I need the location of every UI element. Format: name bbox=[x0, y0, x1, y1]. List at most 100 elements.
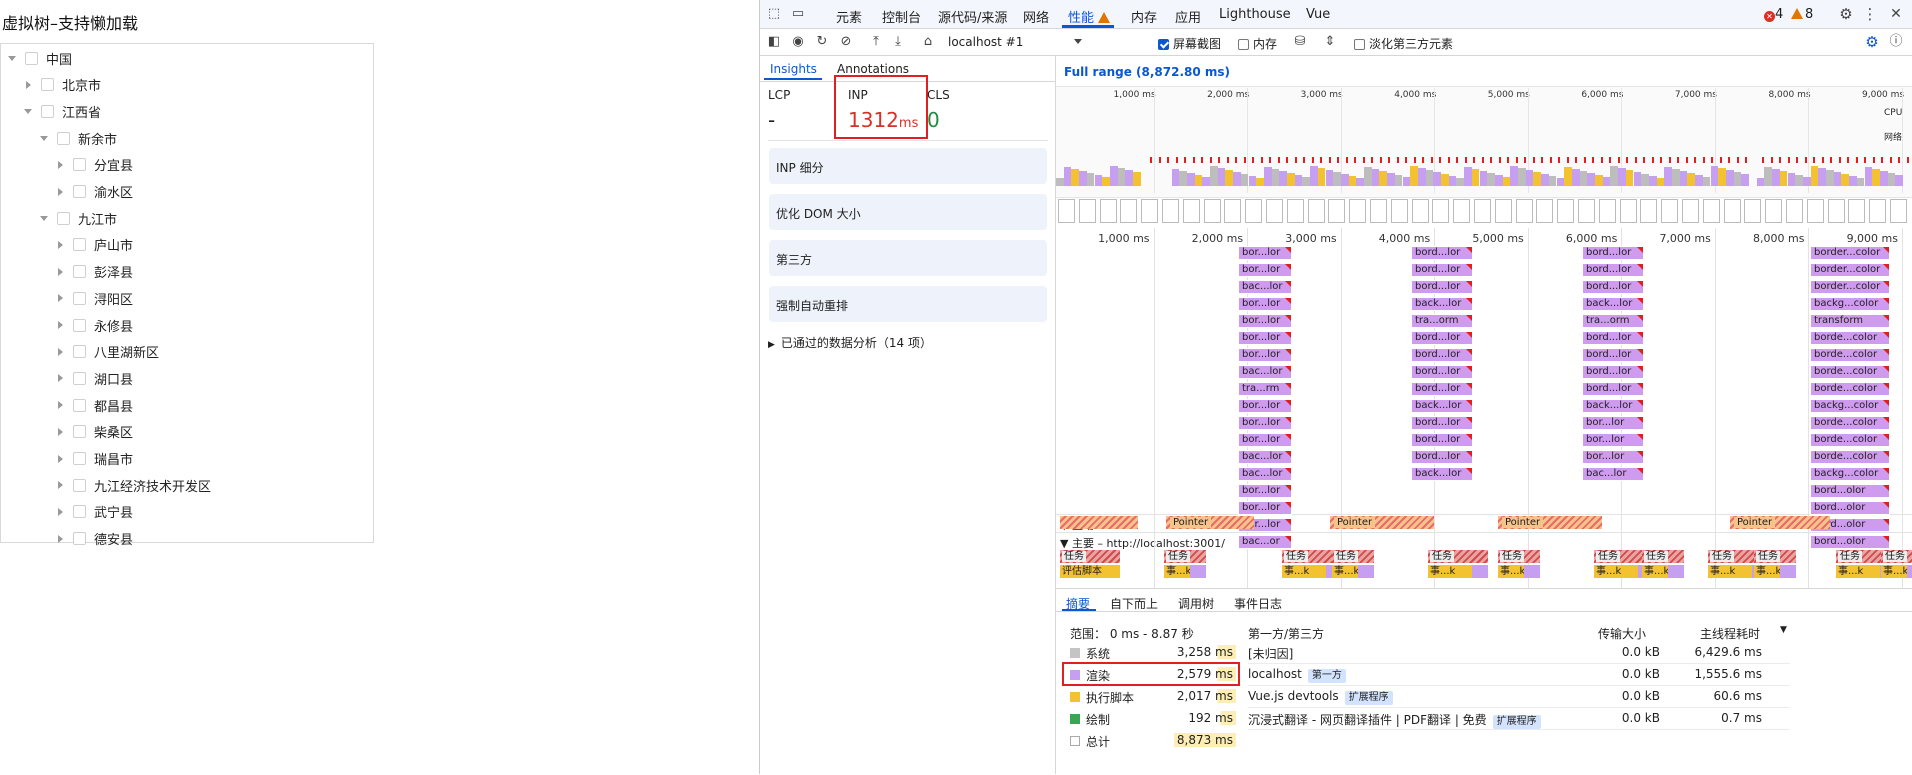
screenshot-thumbnail[interactable] bbox=[1578, 199, 1595, 223]
download-icon[interactable]: ⤓ bbox=[890, 34, 906, 50]
tab-performance[interactable]: 性能 bbox=[1068, 7, 1111, 26]
settings-icon[interactable]: ⚙ bbox=[1838, 6, 1854, 22]
screenshot-thumbnail[interactable] bbox=[1286, 199, 1304, 223]
screenshot-thumbnail[interactable] bbox=[1411, 199, 1429, 223]
screenshot-thumbnail[interactable] bbox=[1099, 199, 1117, 223]
tree-checkbox[interactable] bbox=[73, 158, 86, 172]
tab-network[interactable]: 网络 bbox=[1023, 7, 1049, 26]
render-event-block[interactable]: bor...lor bbox=[1238, 501, 1292, 515]
render-event-block[interactable]: borde...color bbox=[1810, 331, 1890, 345]
task-block[interactable]: 任务 bbox=[1428, 550, 1488, 563]
interaction-pointer[interactable]: Pointer bbox=[1166, 516, 1254, 529]
render-event-block[interactable]: bord...lor bbox=[1582, 382, 1644, 396]
screenshot-thumbnail[interactable] bbox=[1078, 199, 1096, 223]
render-event-block[interactable]: border...color bbox=[1810, 280, 1890, 294]
task-block[interactable]: 任务 bbox=[1881, 550, 1912, 563]
screenshot-thumbnail[interactable] bbox=[1453, 199, 1471, 223]
render-event-block[interactable]: back...lor bbox=[1411, 399, 1473, 413]
tree-node[interactable]: 永修县 bbox=[55, 314, 133, 336]
main-thread-track[interactable]: ▼ 主要 – http://localhost:3001/ bbox=[1056, 532, 1912, 550]
tree-node[interactable]: 湖口县 bbox=[55, 367, 133, 389]
render-event-block[interactable]: tra...orm bbox=[1582, 314, 1644, 328]
render-event-block[interactable]: bor...lor bbox=[1238, 314, 1292, 328]
insight-third-parties[interactable]: 第三方 bbox=[769, 240, 1047, 276]
render-block[interactable] bbox=[1668, 565, 1684, 578]
main-thread-time-header[interactable]: 主线程耗时 bbox=[1700, 625, 1760, 642]
clear-icon[interactable]: ⊘ bbox=[838, 34, 854, 50]
render-event-block[interactable]: bord...lor bbox=[1411, 280, 1473, 294]
render-event-block[interactable]: borde...color bbox=[1810, 348, 1890, 362]
tree-checkbox[interactable] bbox=[73, 532, 86, 546]
screenshot-thumbnail[interactable] bbox=[1328, 199, 1346, 223]
dim-third-party-checkbox[interactable]: 淡化第三方元素 bbox=[1354, 35, 1453, 52]
screenshot-thumbnail[interactable] bbox=[1349, 199, 1367, 223]
render-event-block[interactable]: bord...lor bbox=[1582, 263, 1644, 277]
render-event-block[interactable]: borde...color bbox=[1810, 416, 1890, 430]
tree-checkbox[interactable] bbox=[73, 265, 86, 279]
task-block[interactable]: 任务 bbox=[1332, 550, 1374, 563]
caret-down-icon[interactable] bbox=[7, 53, 17, 63]
screenshot-thumbnail[interactable] bbox=[1120, 199, 1138, 223]
render-event-block[interactable]: bord...lor bbox=[1582, 280, 1644, 294]
render-block[interactable] bbox=[1780, 565, 1796, 578]
tab-vue[interactable]: Vue bbox=[1306, 7, 1330, 22]
transfer-size-header[interactable]: 传输大小 bbox=[1598, 625, 1646, 642]
screenshot-thumbnail[interactable] bbox=[1141, 199, 1159, 223]
render-block[interactable] bbox=[1524, 565, 1540, 578]
render-event-block[interactable]: backg...color bbox=[1810, 297, 1890, 311]
screenshot-thumbnail[interactable] bbox=[1203, 199, 1221, 223]
render-event-block[interactable]: bord...lor bbox=[1582, 348, 1644, 362]
caret-down-icon[interactable] bbox=[39, 213, 49, 223]
more-options-icon[interactable]: ⋮ bbox=[1862, 6, 1878, 22]
caret-right-icon[interactable] bbox=[55, 267, 65, 277]
screenshot-thumbnail[interactable] bbox=[1598, 199, 1616, 223]
tree-checkbox[interactable] bbox=[73, 452, 86, 465]
render-event-block[interactable]: bord...olor bbox=[1810, 501, 1890, 515]
garbage-collect-icon[interactable]: ⛁ bbox=[1292, 34, 1308, 50]
table-row[interactable]: [未归因] 0.0 kB 6,429.6 ms bbox=[1248, 645, 1790, 664]
tab-annotations[interactable]: Annotations bbox=[837, 62, 909, 76]
tree-checkbox[interactable] bbox=[73, 185, 86, 198]
interaction-bar[interactable] bbox=[1060, 516, 1138, 529]
render-event-block[interactable]: bor...lor bbox=[1582, 433, 1644, 447]
render-event-block[interactable]: bor...lor bbox=[1238, 433, 1292, 447]
render-event-block[interactable]: bor...lor bbox=[1238, 246, 1292, 260]
tree-checkbox[interactable] bbox=[25, 51, 38, 65]
render-event-block[interactable]: border...color bbox=[1810, 246, 1890, 260]
tree-node[interactable]: 浔阳区 bbox=[55, 287, 133, 309]
caret-right-icon[interactable] bbox=[55, 240, 65, 250]
render-event-block[interactable]: bord...lor bbox=[1411, 416, 1473, 430]
home-icon[interactable]: ⌂ bbox=[920, 34, 936, 50]
render-event-block[interactable]: bord...lor bbox=[1582, 331, 1644, 345]
sort-descending-icon[interactable]: ▼ bbox=[1780, 625, 1787, 635]
tree-node[interactable]: 新余市 bbox=[39, 127, 117, 149]
insight-dom-size[interactable]: 优化 DOM 大小 bbox=[769, 194, 1047, 230]
render-event-block[interactable]: backg...color bbox=[1810, 399, 1890, 413]
insight-inp-breakdown[interactable]: INP 细分 bbox=[769, 148, 1047, 184]
screenshots-checkbox[interactable]: 屏幕截图 bbox=[1158, 35, 1221, 52]
screenshot-thumbnail[interactable] bbox=[1494, 199, 1512, 223]
render-event-block[interactable]: bord...lor bbox=[1411, 450, 1473, 464]
tree-checkbox[interactable] bbox=[73, 478, 86, 492]
screenshot-thumbnail[interactable] bbox=[1661, 199, 1679, 223]
render-event-block[interactable]: bac...lor bbox=[1582, 467, 1644, 481]
render-event-block[interactable]: tra...rm bbox=[1238, 382, 1292, 396]
tab-lighthouse[interactable]: Lighthouse bbox=[1219, 7, 1291, 22]
render-event-block[interactable]: bac...lor bbox=[1238, 365, 1292, 379]
third-party-header[interactable]: 第一方/第三方 bbox=[1248, 625, 1324, 642]
tree-node[interactable]: 中国 bbox=[7, 47, 72, 69]
caret-right-icon[interactable] bbox=[55, 373, 65, 383]
passed-insights-toggle[interactable]: ▶ 已通过的数据分析（14 项） bbox=[768, 334, 932, 351]
render-event-block[interactable]: bor...lor bbox=[1582, 416, 1644, 430]
render-event-block[interactable]: bor...lor bbox=[1582, 450, 1644, 464]
table-row[interactable]: Vue.js devtools 扩展程序 0.0 kB 60.6 ms bbox=[1248, 689, 1790, 708]
render-event-block[interactable]: bord...olor bbox=[1810, 535, 1890, 549]
render-event-block[interactable]: back...lor bbox=[1411, 467, 1473, 481]
table-row[interactable]: 沉浸式翻译 - 网页翻译插件 | PDF翻译 | 免费 扩展程序 0.0 kB 0.7… bbox=[1248, 711, 1790, 730]
tree-checkbox[interactable] bbox=[57, 131, 70, 145]
tab-application[interactable]: 应用 bbox=[1175, 7, 1201, 26]
screenshot-thumbnail[interactable] bbox=[1432, 199, 1450, 223]
help-icon[interactable]: ⓘ bbox=[1888, 34, 1904, 50]
caret-right-icon[interactable] bbox=[55, 347, 65, 357]
caret-down-icon[interactable] bbox=[39, 133, 49, 143]
